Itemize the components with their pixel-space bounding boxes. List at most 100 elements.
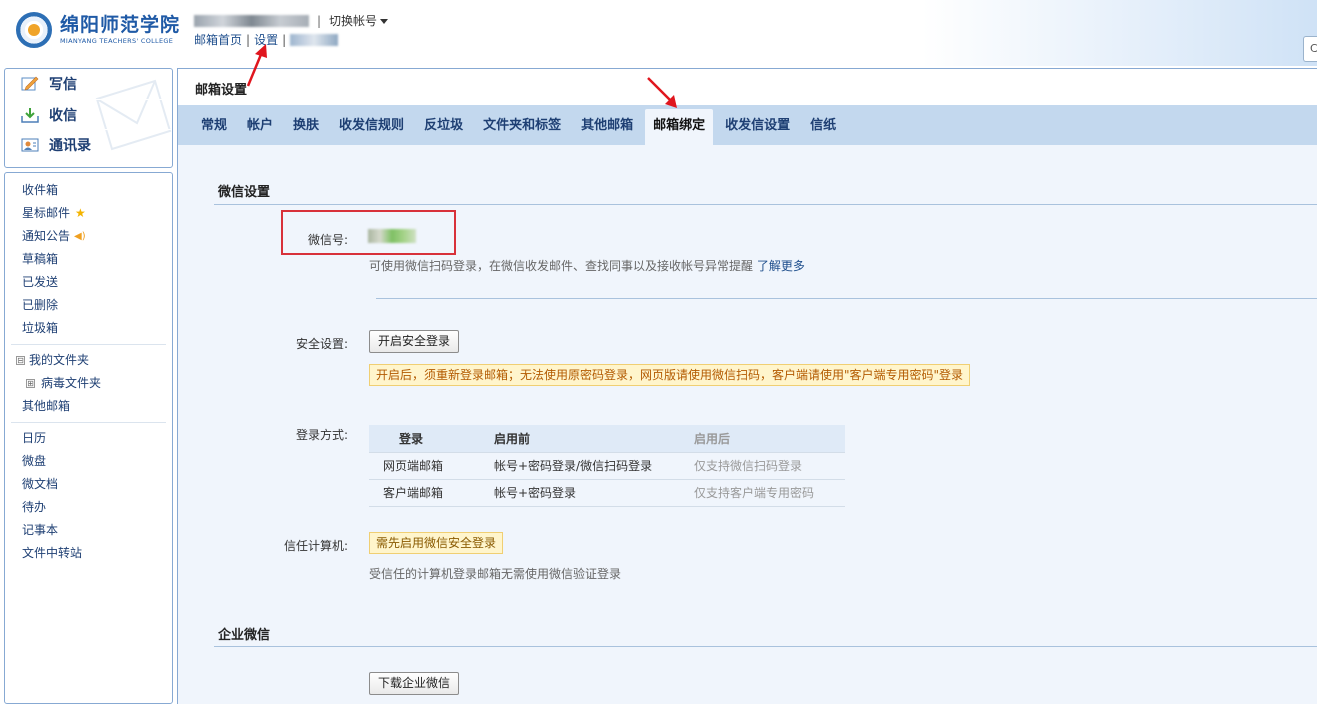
table-header: 启用后 xyxy=(694,425,845,453)
table-header-row: 登录 启用前 启用后 xyxy=(369,425,845,453)
app-label: 日历 xyxy=(22,431,47,445)
app-label: 微文档 xyxy=(22,477,59,491)
table-cell: 客户端邮箱 xyxy=(369,479,494,507)
table-cell: 帐号+密码登录 xyxy=(494,479,694,507)
folder-spam[interactable]: 垃圾箱 xyxy=(5,317,172,340)
caret-down-icon xyxy=(380,19,389,24)
top-nav: 邮箱首页 | 设置 | xyxy=(194,31,339,48)
trusted-computer-hint: 受信任的计算机登录邮箱无需使用微信验证登录 xyxy=(369,567,622,581)
table-row: 网页端邮箱 帐号+密码登录/微信扫码登录 仅支持微信扫码登录 xyxy=(369,452,845,480)
star-icon: ★ xyxy=(75,206,86,220)
folder-label: 我的文件夹 xyxy=(29,353,90,367)
folder-deleted[interactable]: 已删除 xyxy=(5,294,172,317)
enable-secure-login-button[interactable]: 开启安全登录 xyxy=(369,330,460,353)
app-disk[interactable]: 微盘 xyxy=(5,450,172,473)
app-notes[interactable]: 记事本 xyxy=(5,519,172,542)
folder-label: 星标邮件 xyxy=(22,206,71,220)
security-warning: 开启后，须重新登录邮箱；无法使用原密码登录，网页版请使用微信扫码，客户端请使用"… xyxy=(369,364,971,386)
folder-virus[interactable]: ⊞ 病毒文件夹 xyxy=(5,372,172,395)
folder-label: 其他邮箱 xyxy=(22,399,71,413)
table-cell: 仅支持客户端专用密码 xyxy=(694,479,845,507)
table-cell: 帐号+密码登录/微信扫码登录 xyxy=(494,452,694,480)
folder-divider xyxy=(11,344,166,345)
table-cell: 仅支持微信扫码登录 xyxy=(694,452,845,480)
login-method-table: 登录 启用前 启用后 网页端邮箱 帐号+密码登录/微信扫码登录 仅支持微信扫码登… xyxy=(369,425,845,507)
switch-account-label: 切换帐号 xyxy=(329,14,378,28)
enterprise-section-title: 企业微信 xyxy=(218,628,271,643)
nav-separator: | xyxy=(282,32,287,47)
app-docs[interactable]: 微文档 xyxy=(5,473,172,496)
mailbox-home-link[interactable]: 邮箱首页 xyxy=(194,31,242,48)
tab-mail-rules[interactable]: 收发信规则 xyxy=(331,109,412,145)
folder-label: 通知公告 xyxy=(22,229,71,243)
receive-button[interactable]: 收信 xyxy=(5,99,172,129)
app-label: 记事本 xyxy=(22,523,59,537)
tab-account[interactable]: 帐户 xyxy=(239,109,281,145)
tab-stationery[interactable]: 信纸 xyxy=(802,109,844,145)
inbox-download-icon xyxy=(21,107,39,123)
table-header: 登录 xyxy=(369,425,494,453)
contacts-button[interactable]: 通讯录 xyxy=(5,129,172,159)
redacted-link[interactable] xyxy=(290,33,339,46)
app-calendar[interactable]: 日历 xyxy=(5,427,172,450)
expand-icon[interactable]: ⊞ xyxy=(26,379,35,388)
app-file-transfer[interactable]: 文件中转站 xyxy=(5,542,172,565)
wechat-id-redacted xyxy=(368,229,416,243)
wechat-hint-text: 可使用微信扫码登录，在微信收发邮件、查找同事以及接收帐号异常提醒 xyxy=(369,259,754,273)
folder-sent[interactable]: 已发送 xyxy=(5,271,172,294)
logo-text: 绵阳师范学院 MIANYANG TEACHERS' COLLEGE xyxy=(60,14,180,46)
receive-label: 收信 xyxy=(49,107,77,124)
app-todo[interactable]: 待办 xyxy=(5,496,172,519)
folder-drafts[interactable]: 草稿箱 xyxy=(5,248,172,271)
folder-divider xyxy=(11,422,166,423)
settings-link[interactable]: 设置 xyxy=(254,31,278,48)
binding-content: 微信设置 微信号: 可使用微信扫码登录，在微信收发邮件、查找同事以及接收帐号异常… xyxy=(178,145,1317,704)
folder-notices[interactable]: 通知公告 ◀) xyxy=(5,225,172,248)
app-label: 待办 xyxy=(22,500,47,514)
logo-chinese-name: 绵阳师范学院 xyxy=(60,14,181,36)
folder-inbox[interactable]: 收件箱 xyxy=(5,179,172,202)
wechat-section-title: 微信设置 xyxy=(218,185,271,200)
contacts-label: 通讯录 xyxy=(49,137,91,154)
inner-divider xyxy=(376,298,1317,299)
learn-more-link[interactable]: 了解更多 xyxy=(757,259,805,273)
logo-english-name: MIANYANG TEACHERS' COLLEGE xyxy=(60,37,174,45)
folder-label: 已删除 xyxy=(22,298,59,312)
collapse-icon[interactable]: ⊟ xyxy=(16,356,25,365)
quick-tools: 写信 收信 通讯录 xyxy=(4,68,173,168)
wechat-id-label: 微信号: xyxy=(307,233,348,247)
folder-label: 已发送 xyxy=(22,275,59,289)
tab-skin[interactable]: 换肤 xyxy=(285,109,327,145)
tab-anti-spam[interactable]: 反垃圾 xyxy=(416,109,471,145)
folder-my-folders[interactable]: ⊟ 我的文件夹 xyxy=(5,349,172,372)
compose-icon xyxy=(21,76,39,91)
account-line: | 切换帐号 xyxy=(194,12,389,29)
tab-folders-labels[interactable]: 文件夹和标签 xyxy=(475,109,569,145)
table-cell: 网页端邮箱 xyxy=(369,452,494,480)
login-method-label: 登录方式: xyxy=(295,428,348,442)
wechat-hint: 可使用微信扫码登录，在微信收发邮件、查找同事以及接收帐号异常提醒 了解更多 xyxy=(369,257,805,274)
folder-starred[interactable]: 星标邮件 ★ xyxy=(5,202,172,225)
account-address-redacted xyxy=(194,14,309,27)
tab-mailbox-binding[interactable]: 邮箱绑定 xyxy=(645,109,714,145)
contacts-icon xyxy=(21,138,39,151)
folder-other-mailbox[interactable]: 其他邮箱 xyxy=(5,395,172,418)
speaker-icon: ◀) xyxy=(74,231,86,242)
security-label: 安全设置: xyxy=(295,337,348,351)
folder-label: 垃圾箱 xyxy=(22,321,59,335)
trusted-computer-notice: 需先启用微信安全登录 xyxy=(369,532,504,554)
settings-panel: 邮箱设置 常规 帐户 换肤 收发信规则 反垃圾 文件夹和标签 其他邮箱 邮箱绑定… xyxy=(177,68,1317,704)
download-wecom-button[interactable]: 下载企业微信 xyxy=(369,672,460,695)
section-divider xyxy=(214,646,1317,647)
search-toggle-button[interactable]: C xyxy=(1303,36,1317,62)
folder-label: 病毒文件夹 xyxy=(41,376,102,390)
page-title: 邮箱设置 xyxy=(178,69,1317,105)
switch-account-menu[interactable]: 切换帐号 xyxy=(329,12,389,29)
table-row: 客户端邮箱 帐号+密码登录 仅支持客户端专用密码 xyxy=(369,479,845,507)
compose-button[interactable]: 写信 xyxy=(5,69,172,99)
tab-send-receive[interactable]: 收发信设置 xyxy=(717,109,798,145)
tab-general[interactable]: 常规 xyxy=(193,109,235,145)
college-logo[interactable]: 绵阳师范学院 MIANYANG TEACHERS' COLLEGE xyxy=(16,12,180,48)
left-sidebar: 写信 收信 通讯录 收件箱 星标邮件 ★ 通知公告 ◀) 草稿箱 已发送 已删除 垃… xyxy=(4,68,173,704)
tab-other-mailbox[interactable]: 其他邮箱 xyxy=(573,109,641,145)
